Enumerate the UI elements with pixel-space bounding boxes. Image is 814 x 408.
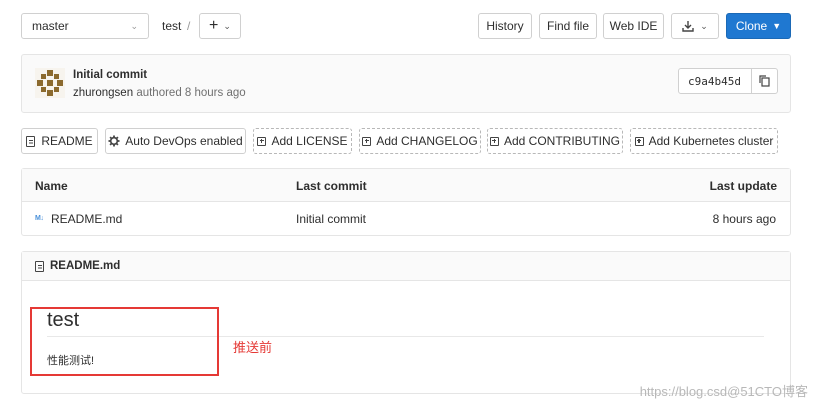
download-button[interactable]: ⌄ [671, 13, 719, 39]
branch-select[interactable]: master ⌄ [21, 13, 149, 39]
add-changelog-label: Add CHANGELOG [376, 134, 478, 148]
file-icon [26, 135, 36, 147]
column-header-last-update: Last update [709, 179, 777, 193]
readme-link-label: README [41, 134, 93, 148]
add-contributing-button[interactable]: Add CONTRIBUTING [487, 128, 623, 154]
history-button[interactable]: History [478, 13, 532, 39]
web-ide-button[interactable]: Web IDE [603, 13, 664, 39]
add-license-label: Add LICENSE [271, 134, 348, 148]
history-button-label: History [486, 19, 524, 33]
plus-square-icon [634, 136, 644, 146]
file-icon [35, 261, 44, 272]
add-license-button[interactable]: Add LICENSE [253, 128, 352, 154]
add-contributing-label: Add CONTRIBUTING [503, 134, 620, 148]
commit-authored-time: authored 8 hours ago [136, 87, 246, 99]
readme-panel-header [22, 252, 790, 281]
chevron-down-icon: ⌄ [700, 20, 708, 31]
add-changelog-button[interactable]: Add CHANGELOG [359, 128, 481, 154]
chevron-down-icon: ⌄ [223, 20, 231, 31]
chevron-down-icon: ⌄ [130, 20, 138, 31]
copy-icon [759, 75, 770, 87]
clone-button-label: Clone [735, 19, 768, 33]
annotation-label: 推送前 [233, 340, 273, 355]
commit-author[interactable]: zhurongsen [73, 87, 133, 99]
copy-sha-button[interactable] [752, 69, 777, 93]
avatar-image [35, 68, 65, 98]
plus-square-icon [489, 136, 499, 146]
clone-button[interactable]: Clone ▼ [726, 13, 791, 39]
find-file-button-label: Find file [546, 19, 590, 33]
chevron-down-icon: ▼ [772, 21, 782, 31]
watermark: https://blog.csd@51CTO博客 [639, 384, 808, 399]
file-table-header [22, 169, 790, 202]
table-row[interactable]: M↓ README.md Initial commit 8 hours ago [22, 203, 790, 235]
plus-square-icon [362, 136, 372, 146]
auto-devops-button[interactable]: Auto DevOps enabled [105, 128, 246, 154]
gear-icon [108, 135, 120, 147]
avatar[interactable] [35, 68, 65, 98]
column-header-last-commit: Last commit [296, 179, 367, 193]
web-ide-button-label: Web IDE [609, 19, 658, 33]
file-last-update: 8 hours ago [712, 212, 776, 226]
readme-link-button[interactable]: README [21, 128, 98, 154]
auto-devops-label: Auto DevOps enabled [125, 134, 243, 148]
commit-sha[interactable]: c9a4b45d [679, 69, 752, 93]
plus-icon: + [209, 17, 219, 34]
last-commit-panel [21, 54, 791, 113]
readme-filename: README.md [50, 260, 121, 272]
file-name[interactable]: README.md [51, 212, 122, 226]
add-kubernetes-button[interactable]: Add Kubernetes cluster [630, 128, 778, 154]
file-last-commit[interactable]: Initial commit [296, 212, 366, 226]
commit-sha-group: c9a4b45d [678, 68, 778, 94]
plus-square-icon [257, 136, 267, 146]
breadcrumb-project[interactable]: test [162, 19, 181, 33]
breadcrumb-separator: / [187, 19, 191, 33]
download-icon [682, 21, 694, 32]
annotation-highlight-box [30, 307, 219, 376]
branch-select-value: master [32, 19, 69, 33]
add-kubernetes-label: Add Kubernetes cluster [648, 134, 774, 148]
find-file-button[interactable]: Find file [539, 13, 597, 39]
commit-title[interactable]: Initial commit [73, 69, 147, 81]
add-dropdown-button[interactable]: + ⌄ [199, 13, 241, 39]
column-header-name: Name [35, 179, 68, 193]
commit-author-line: zhurongsen authored 8 hours ago [73, 87, 246, 99]
markdown-file-icon: M↓ [35, 215, 44, 222]
